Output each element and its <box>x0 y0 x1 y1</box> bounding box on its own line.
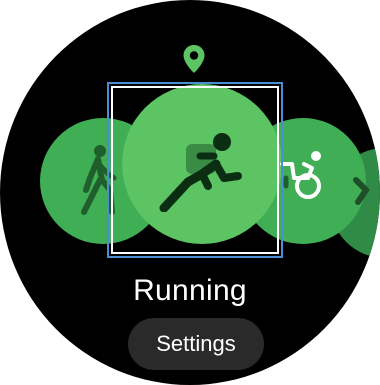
wheelchair-icon <box>280 151 321 199</box>
watch-screen: Running Settings <box>0 0 380 385</box>
location-pin-icon <box>183 45 205 73</box>
partial-workout-icon <box>353 177 370 205</box>
selection-focus-frame <box>107 82 283 258</box>
workout-title: Running <box>133 274 247 307</box>
settings-button[interactable]: Settings <box>128 318 264 370</box>
